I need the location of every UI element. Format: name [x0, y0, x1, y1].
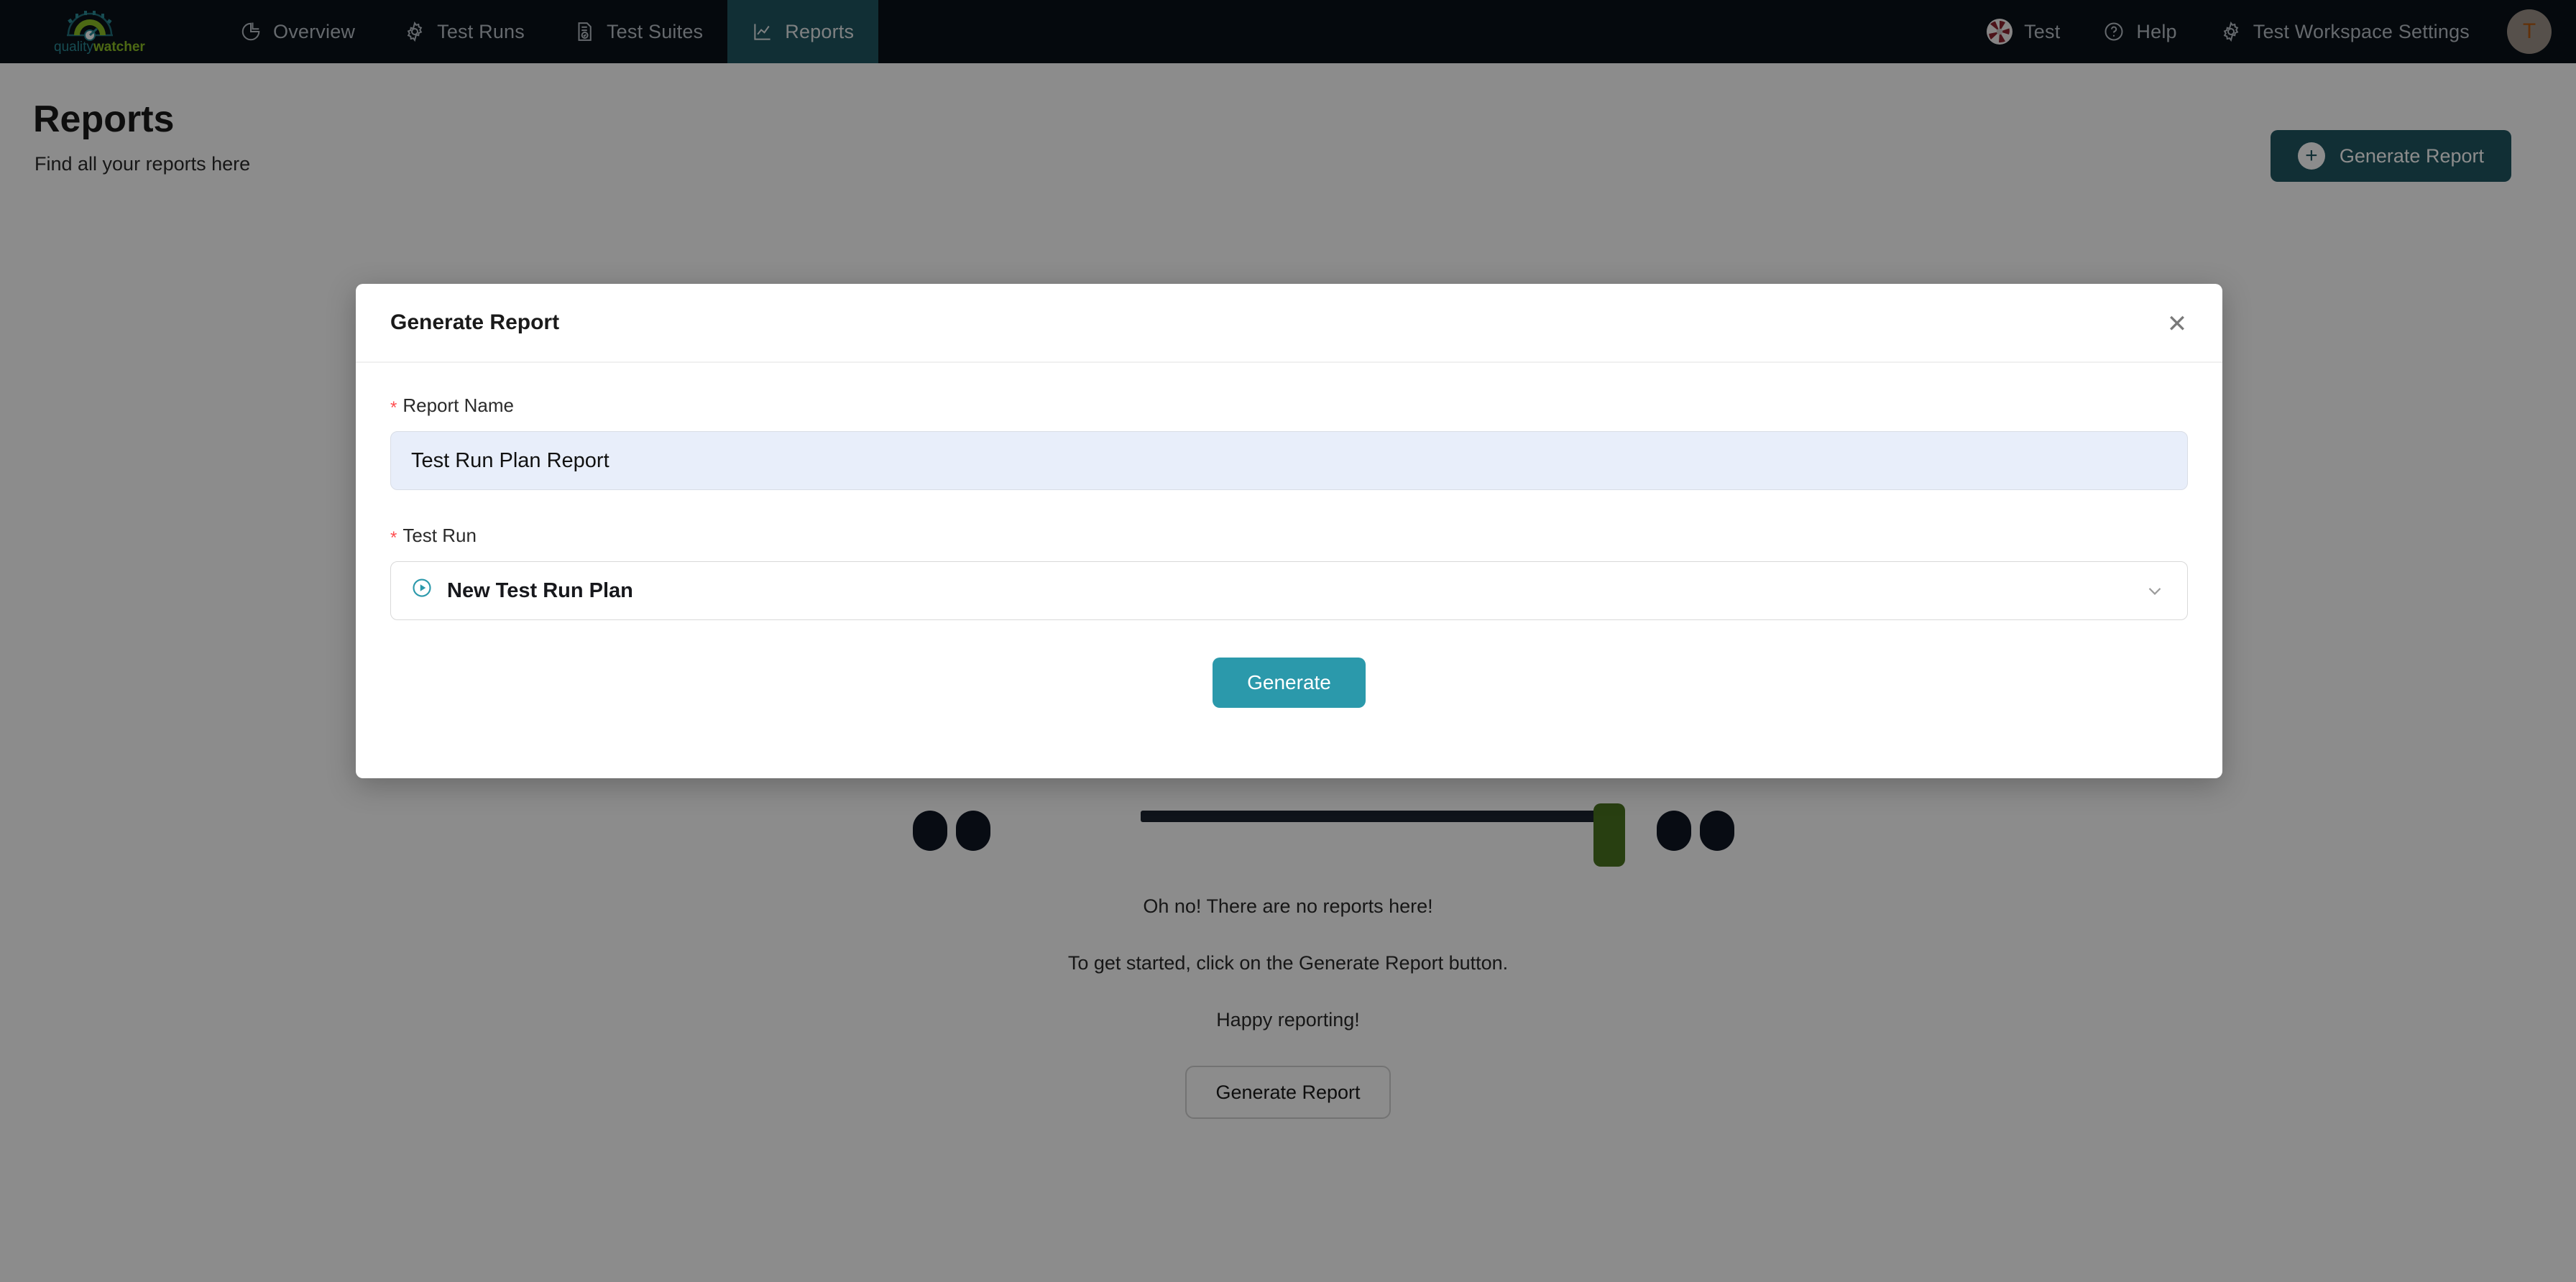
required-marker: * [390, 398, 397, 418]
close-icon[interactable]: ✕ [2161, 308, 2194, 341]
play-circle-icon [411, 577, 433, 604]
generate-report-modal: Generate Report ✕ *Report Name *Test Run [356, 284, 2222, 778]
app-root: Reports Find all your reports here + Gen… [0, 0, 2576, 1282]
required-marker: * [390, 528, 397, 548]
generate-submit-button[interactable]: Generate [1213, 658, 1366, 708]
modal-body: *Report Name *Test Run New Test Run Plan [356, 363, 2222, 708]
test-run-selected-value: New Test Run Plan [411, 577, 633, 604]
test-run-label-text: Test Run [402, 525, 477, 546]
modal-actions: Generate [390, 658, 2188, 708]
modal-header: Generate Report ✕ [356, 284, 2222, 363]
test-run-selected-value-text: New Test Run Plan [447, 578, 633, 602]
test-run-label: * Test Run [390, 525, 2188, 548]
modal-title: Generate Report [390, 310, 560, 334]
test-run-select[interactable]: New Test Run Plan [390, 561, 2188, 620]
report-name-input[interactable] [390, 431, 2188, 490]
report-name-label-text: Report Name [402, 395, 514, 416]
report-name-label: * Report Name [390, 395, 2188, 418]
chevron-down-icon[interactable] [2144, 580, 2166, 601]
